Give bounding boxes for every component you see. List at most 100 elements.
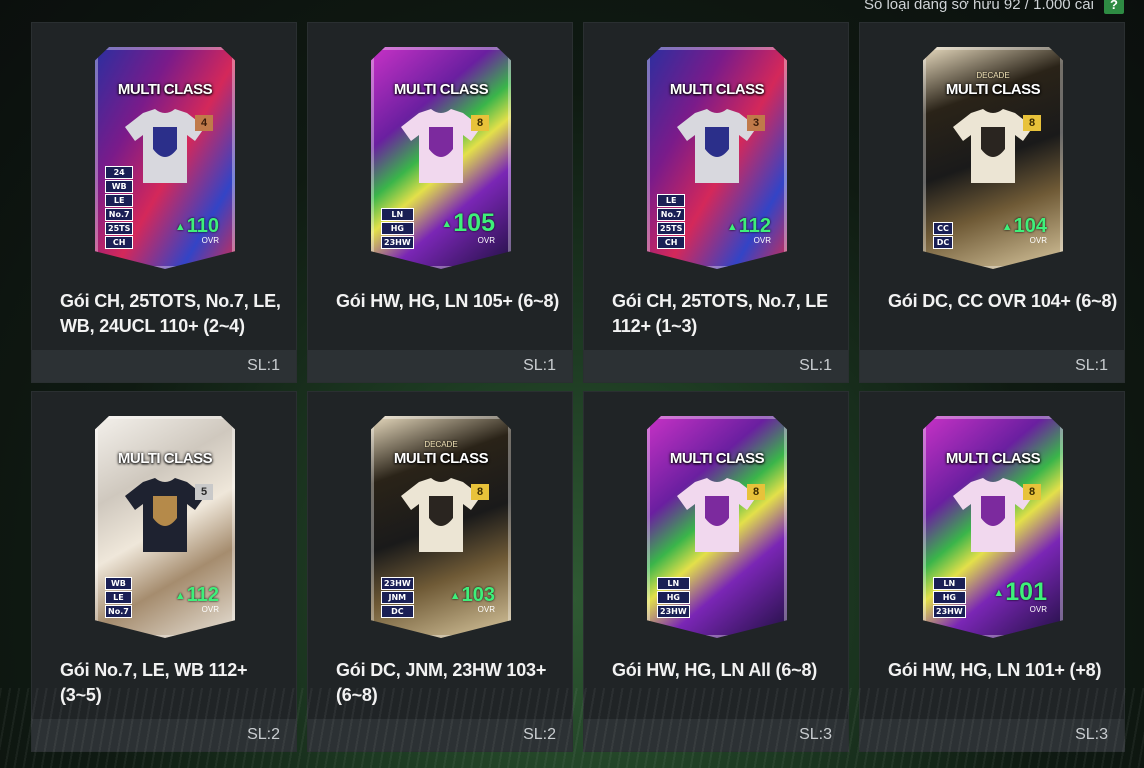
card-title: MULTI CLASS	[393, 81, 489, 98]
class-badges: CC DC	[933, 222, 953, 249]
card-title: MULTI CLASS	[945, 450, 1041, 467]
pack-tile[interactable]: DECADE MULTI CLASS 8 23HW JNM DC ▲103 OVR …	[307, 391, 573, 752]
card-art: MULTI CLASS 5 WB LE No.7 ▲112 OVR	[95, 416, 235, 638]
quantity-label: SL:1	[799, 357, 832, 374]
card-title: MULTI CLASS	[945, 81, 1041, 98]
pack-card: DECADE MULTI CLASS 8 CC DC ▲104 OVR	[923, 47, 1063, 269]
tile-footer: SL:1	[308, 350, 572, 382]
grade-badge: 4	[195, 115, 213, 131]
class-badge: 25TS	[105, 222, 134, 235]
quantity-label: SL:2	[247, 726, 280, 743]
class-badge: LN	[933, 577, 966, 590]
pack-tile[interactable]: MULTI CLASS 8 LN HG 23HW ▲101 OVR Gói HW, …	[859, 391, 1125, 752]
pack-name: Gói HW, HG, LN 105+ (6~8)	[336, 291, 560, 311]
pack-card: MULTI CLASS 8 LN HG 23HW ▲105 OVR	[371, 47, 511, 269]
card-title: MULTI CLASS	[669, 450, 765, 467]
v-logo-icon	[125, 109, 205, 183]
quantity-label: SL:1	[247, 357, 280, 374]
card-art: DECADE MULTI CLASS 8 CC DC ▲104 OVR	[923, 47, 1063, 269]
class-badge: 25TS	[657, 222, 686, 235]
class-badge: 23HW	[933, 605, 966, 618]
class-badge: LE	[105, 591, 132, 604]
pack-card: MULTI CLASS 3 LE No.7 25TS CH ▲112 OVR	[647, 47, 787, 269]
card-title: MULTI CLASS	[117, 450, 213, 467]
grade-badge: 8	[1023, 115, 1041, 131]
dc-crest-icon	[401, 478, 481, 552]
tile-footer: SL:1	[32, 350, 296, 382]
tile-footer: SL:2	[32, 719, 296, 751]
pack-tile[interactable]: MULTI CLASS 5 WB LE No.7 ▲112 OVR Gói No.7…	[31, 391, 297, 752]
class-badges: LN HG 23HW	[381, 208, 414, 249]
hw-crest-icon	[677, 478, 757, 552]
ovr-label: OVR	[201, 605, 219, 614]
seven-crest-icon	[125, 478, 205, 552]
inventory-header: Số loại đang sở hữu 92 / 1.000 cái ?	[864, 0, 1124, 14]
grade-badge: 5	[195, 484, 213, 500]
ovr-box: ▲101 OVR	[993, 580, 1047, 614]
ovr-number: 112	[186, 584, 219, 607]
ovr-label: OVR	[1029, 236, 1047, 245]
tile-footer: SL:3	[860, 719, 1124, 751]
ovr-value: ▲103	[450, 585, 495, 606]
hw-crest-icon	[953, 478, 1033, 552]
class-badge: HG	[657, 591, 690, 604]
ovr-number: 104	[1013, 215, 1047, 238]
ovr-box: ▲112 OVR	[727, 216, 771, 245]
class-badge: CH	[105, 236, 134, 249]
help-button[interactable]: ?	[1104, 0, 1124, 14]
pack-tile[interactable]: MULTI CLASS 8 LN HG 23HW ▲105 OVR Gói HW, …	[307, 22, 573, 383]
ovr-value: ▲105	[441, 211, 495, 237]
card-art: MULTI CLASS 8 LN HG 23HW ▲105 OVR	[371, 47, 511, 269]
pack-grid: MULTI CLASS 4 24 WB LE No.7 25TS CH ▲110 OVR …	[31, 22, 1125, 752]
class-badge: WB	[105, 577, 132, 590]
grade-badge: 3	[747, 115, 765, 131]
ovr-number: 105	[453, 209, 495, 238]
class-badge: CC	[933, 222, 953, 235]
card-art: MULTI CLASS 8 LNHG23HW ▲	[647, 416, 787, 638]
ovr-up-arrow-icon: ▲	[726, 221, 738, 233]
grade-badge: 8	[471, 115, 489, 131]
class-badge: DC	[381, 605, 414, 618]
class-badge: 23HW	[381, 236, 414, 249]
ovr-up-arrow-icon: ▲	[449, 590, 461, 602]
ovr-up-arrow-icon: ▲	[174, 221, 186, 233]
tile-footer: SL:1	[860, 350, 1124, 382]
card-title: MULTI CLASS	[669, 81, 765, 98]
card-art: MULTI CLASS 8 LN HG 23HW ▲101 OVR	[923, 416, 1063, 638]
class-badge: LE	[657, 194, 686, 207]
tile-footer: SL:1	[584, 350, 848, 382]
ovr-label: OVR	[477, 605, 495, 614]
pack-tile[interactable]: DECADE MULTI CLASS 8 CC DC ▲104 OVR Gói D…	[859, 22, 1125, 383]
pack-tile[interactable]: MULTI CLASS 4 24 WB LE No.7 25TS CH ▲110 OVR …	[31, 22, 297, 383]
card-title: MULTI CLASS	[117, 81, 213, 98]
ovr-box: ▲105 OVR	[441, 211, 495, 245]
ovr-number: 103	[461, 584, 495, 607]
ovr-box: ▲103 OVR	[450, 585, 495, 614]
class-badge: 24	[105, 166, 134, 179]
class-badge: No.7	[657, 208, 686, 221]
ovr-label: OVR	[753, 236, 771, 245]
pack-name: Gói CH, 25TOTS, No.7, LE 112+ (1~3)	[612, 291, 828, 336]
class-badge: DC	[933, 236, 953, 249]
card-title: MULTI CLASS	[393, 450, 489, 467]
ovr-box: ▲112 OVR	[175, 585, 219, 614]
ovr-value: ▲112	[727, 216, 771, 237]
quantity-label: SL:2	[523, 726, 556, 743]
pack-tile[interactable]: MULTI CLASS 3 LE No.7 25TS CH ▲112 OVR Gói …	[583, 22, 849, 383]
ovr-value: ▲104	[1002, 216, 1047, 237]
card-subtitle: DECADE	[424, 440, 458, 449]
ovr-box: ▲110 OVR	[175, 216, 219, 245]
class-badges: LE No.7 25TS CH	[657, 194, 686, 249]
v-logo-icon	[677, 109, 757, 183]
pack-card: MULTI CLASS 5 WB LE No.7 ▲112 OVR	[95, 416, 235, 638]
pack-tile[interactable]: MULTI CLASS 8 LNHG23HW ▲ Gói HW, HG, LN …	[583, 391, 849, 752]
card-subtitle: DECADE	[976, 71, 1010, 80]
quantity-label: SL:3	[1075, 726, 1108, 743]
class-badge: LE	[105, 194, 134, 207]
class-badge: 23HW	[381, 577, 414, 590]
ovr-label: OVR	[1029, 605, 1047, 614]
ovr-value: ▲101	[993, 580, 1047, 606]
grade-badge: 8	[1023, 484, 1041, 500]
class-badges: 23HW JNM DC	[381, 577, 414, 618]
class-badge: CH	[657, 236, 686, 249]
